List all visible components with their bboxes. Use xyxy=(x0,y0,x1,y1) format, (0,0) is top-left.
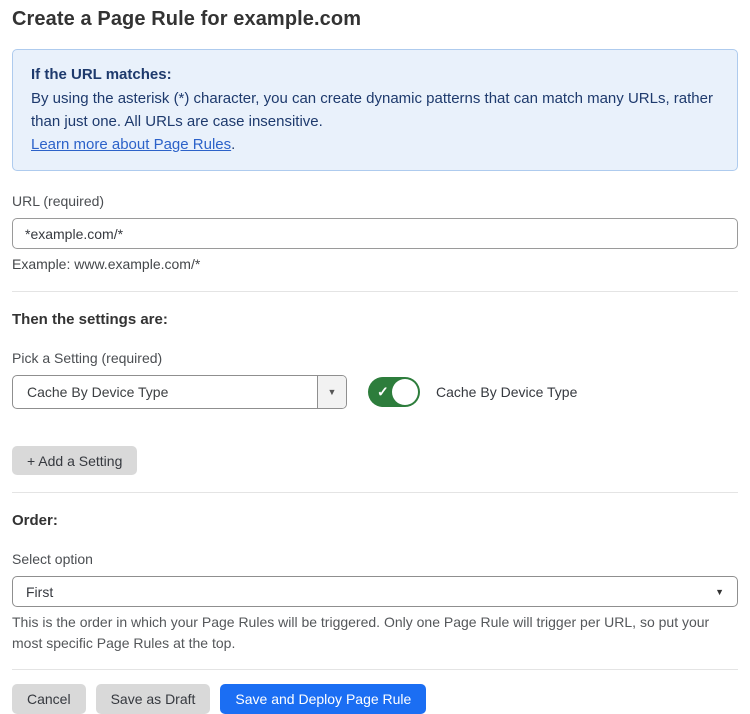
chevron-down-icon[interactable]: ▼ xyxy=(317,376,346,408)
cache-by-device-type-toggle[interactable]: ✓ xyxy=(368,377,420,407)
page-title: Create a Page Rule for example.com xyxy=(12,8,738,31)
toggle-knob xyxy=(392,379,418,405)
page-rule-form: Create a Page Rule for example.com If th… xyxy=(0,0,750,714)
divider xyxy=(12,492,738,493)
save-and-deploy-button[interactable]: Save and Deploy Page Rule xyxy=(220,684,426,714)
toggle-label: Cache By Device Type xyxy=(436,384,577,400)
setting-select-value: Cache By Device Type xyxy=(13,376,317,408)
footer-buttons: Cancel Save as Draft Save and Deploy Pag… xyxy=(12,684,738,714)
check-icon: ✓ xyxy=(377,384,389,401)
order-section-heading: Order: xyxy=(12,512,738,529)
info-box-heading: If the URL matches: xyxy=(31,63,719,86)
learn-more-link[interactable]: Learn more about Page Rules xyxy=(31,136,231,153)
order-helper-text: This is the order in which your Page Rul… xyxy=(12,612,728,654)
url-match-info-box: If the URL matches: By using the asteris… xyxy=(12,49,738,171)
url-example-text: Example: www.example.com/* xyxy=(12,256,738,272)
chevron-down-icon: ▼ xyxy=(715,587,724,597)
order-select[interactable]: First ▼ xyxy=(12,576,738,607)
cancel-button[interactable]: Cancel xyxy=(12,684,86,714)
setting-picker-label: Pick a Setting (required) xyxy=(12,350,738,366)
settings-section-heading: Then the settings are: xyxy=(12,311,738,328)
info-box-link-line: Learn more about Page Rules. xyxy=(31,133,719,156)
divider xyxy=(12,669,738,670)
order-select-label: Select option xyxy=(12,551,738,567)
add-setting-button[interactable]: + Add a Setting xyxy=(12,446,137,475)
divider xyxy=(12,291,738,292)
url-field-label: URL (required) xyxy=(12,193,738,209)
order-select-value: First xyxy=(26,584,53,600)
url-input[interactable] xyxy=(12,218,738,249)
link-suffix: . xyxy=(231,136,235,153)
setting-select[interactable]: Cache By Device Type ▼ xyxy=(12,375,347,409)
save-as-draft-button[interactable]: Save as Draft xyxy=(96,684,211,714)
setting-row: Cache By Device Type ▼ ✓ Cache By Device… xyxy=(12,375,738,409)
info-box-body: By using the asterisk (*) character, you… xyxy=(31,87,719,133)
